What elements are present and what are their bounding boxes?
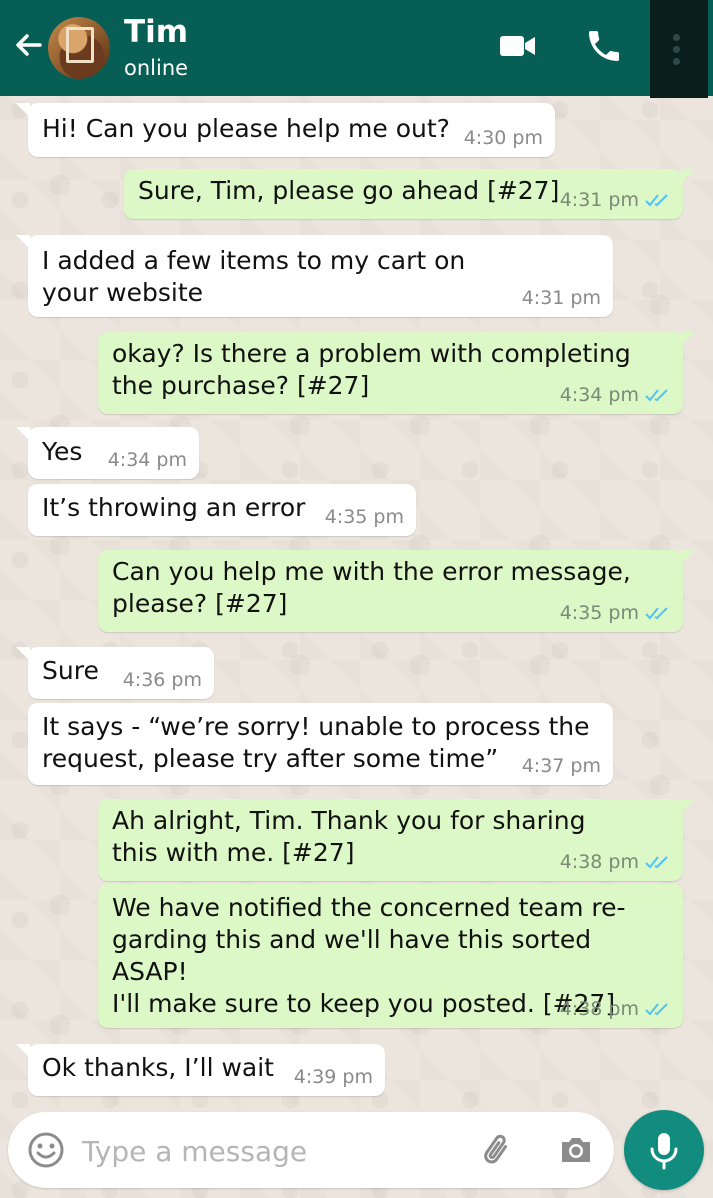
message-time: 4:31 pm <box>521 287 601 309</box>
message-time: 4:35 pm <box>324 506 404 528</box>
message-time: 4:30 pm <box>463 127 543 149</box>
message-time: 4:34 pm <box>559 384 639 406</box>
avatar-photo <box>66 27 94 63</box>
message-time: 4:38 pm <box>559 998 639 1020</box>
message-outgoing[interactable]: okay? Is there a problem with completing… <box>98 332 695 414</box>
read-receipt-icon <box>645 856 668 869</box>
message-incoming[interactable]: Sure 4:36 pm <box>16 647 214 699</box>
read-receipt-icon <box>645 607 668 620</box>
message-outgoing[interactable]: Sure, Tim, please go ahead [#27] 4:31 pm <box>124 169 695 219</box>
message-outgoing[interactable]: Can you help me with the error message, … <box>98 550 695 632</box>
read-receipt-icon <box>645 389 668 402</box>
message-incoming[interactable]: I added a few items to my cart on your w… <box>16 235 613 317</box>
video-call-icon[interactable] <box>498 26 538 66</box>
message-time: 4:34 pm <box>107 449 187 471</box>
message-time: 4:39 pm <box>293 1066 373 1088</box>
read-receipt-icon <box>645 1003 668 1016</box>
message-composer <box>8 1112 614 1188</box>
message-incoming[interactable]: Yes 4:34 pm <box>16 427 199 479</box>
message-text: I added a few items to my cart on your w… <box>42 246 466 307</box>
message-time: 4:31 pm <box>559 189 639 211</box>
message-time: 4:36 pm <box>122 669 202 691</box>
phone-call-icon[interactable] <box>584 26 624 66</box>
emoji-icon[interactable] <box>26 1130 66 1170</box>
message-text: It says - “we’re sorry! unable to proces… <box>42 712 590 773</box>
message-incoming[interactable]: It’s throwing an error 4:35 pm <box>28 484 416 536</box>
message-incoming[interactable]: Ok thanks, I’ll wait 4:39 pm <box>16 1044 385 1096</box>
more-options-icon[interactable] <box>650 0 708 98</box>
contact-status: online <box>124 56 189 80</box>
message-time: 4:37 pm <box>521 755 601 777</box>
message-incoming[interactable]: It says - “we’re sorry! unable to proces… <box>28 703 613 785</box>
message-outgoing[interactable]: Ah alright, Tim. Thank you for sharing t… <box>98 799 695 881</box>
message-incoming[interactable]: Hi! Can you please help me out? 4:30 pm <box>16 103 555 157</box>
microphone-icon[interactable] <box>624 1110 704 1190</box>
attachment-icon[interactable] <box>478 1130 518 1170</box>
message-outgoing[interactable]: We have notified the concerned team re- … <box>98 884 683 1028</box>
message-time: 4:35 pm <box>559 602 639 624</box>
contact-name[interactable]: Tim <box>124 14 188 50</box>
message-time: 4:38 pm <box>559 851 639 873</box>
message-input[interactable] <box>80 1126 464 1176</box>
camera-icon[interactable] <box>556 1130 596 1170</box>
chat-header: Tim online <box>0 0 713 98</box>
back-arrow-icon[interactable] <box>10 28 46 64</box>
read-receipt-icon <box>645 194 668 207</box>
contact-avatar[interactable] <box>48 17 110 79</box>
